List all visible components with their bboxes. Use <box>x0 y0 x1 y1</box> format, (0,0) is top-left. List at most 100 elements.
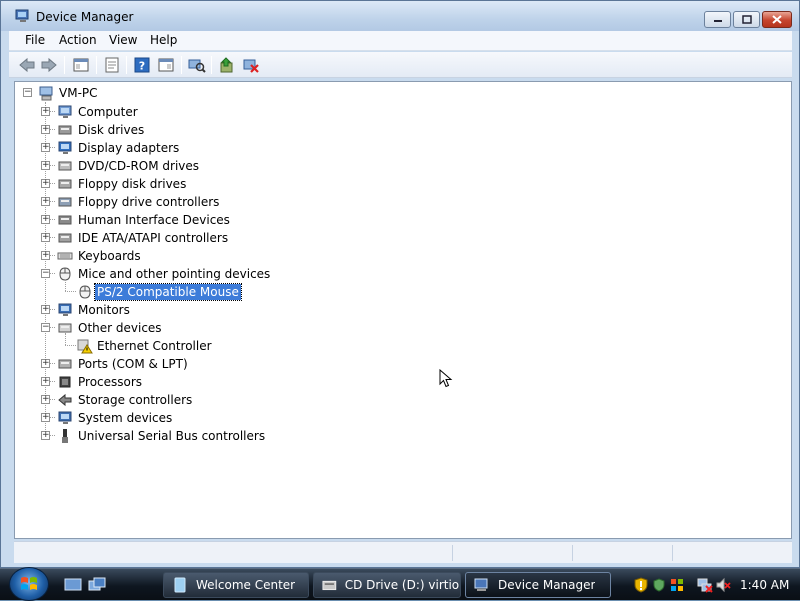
mouse-cursor-icon <box>439 369 453 388</box>
menu-file[interactable]: File <box>23 33 47 47</box>
tree-category-label[interactable]: Disk drives <box>76 122 146 138</box>
floppy-drive-icon <box>58 179 72 189</box>
task-welcome-center[interactable]: Welcome Center <box>163 572 309 598</box>
help-icon: ? <box>134 57 150 73</box>
tree-category-label[interactable]: DVD/CD-ROM drives <box>76 158 201 174</box>
expand-toggle[interactable]: + <box>41 197 50 206</box>
title-bar[interactable]: Device Manager <box>1 1 799 31</box>
floppy-controller-icon <box>58 197 72 207</box>
uninstall-device-icon <box>243 59 259 73</box>
tree-category-label[interactable]: Monitors <box>76 302 132 318</box>
close-button[interactable] <box>762 11 792 28</box>
processor-icon <box>59 376 71 388</box>
scan-hardware-button[interactable] <box>187 55 207 75</box>
show-hide-console-tree-icon <box>73 58 89 72</box>
update-driver-button[interactable] <box>217 55 237 75</box>
task-cd-drive[interactable]: CD Drive (D:) virtio... <box>313 572 461 598</box>
display-adapter-icon <box>58 141 72 154</box>
expand-toggle[interactable]: + <box>41 215 50 224</box>
tree-category-label[interactable]: Floppy disk drives <box>76 176 188 192</box>
expand-toggle[interactable]: + <box>41 179 50 188</box>
status-bar <box>14 541 792 563</box>
expand-toggle[interactable]: + <box>41 395 50 404</box>
maximize-icon <box>741 15 752 24</box>
network-disconnected-icon[interactable] <box>697 577 713 593</box>
toolbar: ? <box>9 52 792 78</box>
expand-toggle[interactable]: + <box>41 377 50 386</box>
device-manager-icon <box>474 578 488 591</box>
usb-icon <box>62 429 68 443</box>
show-hide-console-tree-button[interactable] <box>71 55 91 75</box>
expand-toggle[interactable]: + <box>41 143 50 152</box>
mouse-icon <box>79 285 91 299</box>
back-button[interactable] <box>17 55 37 75</box>
expand-toggle[interactable]: + <box>41 251 50 260</box>
volume-muted-icon[interactable] <box>715 577 731 593</box>
monitor-icon <box>58 303 72 316</box>
uninstall-device-button[interactable] <box>241 55 261 75</box>
start-button[interactable] <box>9 567 49 601</box>
tree-device-label[interactable]: Ethernet Controller <box>95 338 214 354</box>
expand-toggle[interactable]: + <box>41 233 50 242</box>
task-device-manager[interactable]: Device Manager <box>465 572 611 598</box>
expand-toggle[interactable]: + <box>41 431 50 440</box>
tree-category-label[interactable]: Universal Serial Bus controllers <box>76 428 267 444</box>
expand-toggle[interactable]: + <box>41 359 50 368</box>
tree-root-label[interactable]: VM-PC <box>57 85 100 101</box>
tree-device-label[interactable]: PS/2 Compatible Mouse <box>94 283 242 301</box>
tree-category-label[interactable]: IDE ATA/ATAPI controllers <box>76 230 230 246</box>
root-collapse-toggle[interactable]: − <box>23 88 32 97</box>
switch-windows-icon[interactable] <box>88 577 106 593</box>
menu-help[interactable]: Help <box>148 33 179 47</box>
tree-category-label[interactable]: System devices <box>76 410 174 426</box>
tree-category-label[interactable]: Other devices <box>76 320 164 336</box>
expand-toggle[interactable]: + <box>41 125 50 134</box>
scan-hardware-changes-icon <box>188 59 206 73</box>
device-tree[interactable]: − VM-PC + Computer + Disk drives + Display ad… <box>14 81 792 539</box>
windows-defender-icon[interactable] <box>651 577 667 593</box>
show-desktop-icon[interactable] <box>64 577 82 593</box>
menu-view[interactable]: View <box>107 33 139 47</box>
collapse-toggle[interactable]: − <box>41 269 50 278</box>
welcome-center-icon <box>174 577 186 593</box>
expand-toggle[interactable]: + <box>41 305 50 314</box>
hid-icon <box>58 215 72 225</box>
expand-toggle[interactable]: + <box>41 161 50 170</box>
maximize-button[interactable] <box>733 11 760 28</box>
tree-category-label[interactable]: Keyboards <box>76 248 143 264</box>
windows-logo-icon <box>21 577 37 590</box>
collapse-toggle[interactable]: − <box>41 323 50 332</box>
tree-category-label[interactable]: Computer <box>76 104 140 120</box>
device-manager-icon <box>15 9 29 22</box>
properties-icon <box>105 57 119 73</box>
tree-category-label[interactable]: Processors <box>76 374 144 390</box>
tree-category-label[interactable]: Mice and other pointing devices <box>76 266 272 282</box>
minimize-icon <box>713 19 722 22</box>
expand-toggle[interactable]: + <box>41 413 50 422</box>
tree-category-label[interactable]: Display adapters <box>76 140 181 156</box>
ide-controller-icon <box>58 233 72 243</box>
taskbar-clock[interactable]: 1:40 AM <box>740 578 789 592</box>
security-alert-icon[interactable] <box>633 577 649 593</box>
tree-category-label[interactable]: Ports (COM & LPT) <box>76 356 190 372</box>
update-driver-icon <box>220 57 233 73</box>
tree-category-label[interactable]: Storage controllers <box>76 392 194 408</box>
expand-toggle[interactable]: + <box>41 107 50 116</box>
window-title: Device Manager <box>36 10 134 24</box>
tree-category-label[interactable]: Human Interface Devices <box>76 212 232 228</box>
help-topics-button[interactable] <box>156 55 176 75</box>
minimize-button[interactable] <box>704 11 731 28</box>
back-arrow-icon <box>19 57 35 73</box>
svg-text:?: ? <box>139 60 145 73</box>
forward-arrow-icon <box>41 57 57 73</box>
task-label: Device Manager <box>498 578 596 592</box>
menu-action[interactable]: Action <box>57 33 99 47</box>
help-button[interactable]: ? <box>132 55 152 75</box>
windows-flag-icon[interactable] <box>669 577 685 593</box>
close-icon <box>772 15 782 24</box>
status-cell <box>672 545 790 561</box>
tree-category-label[interactable]: Floppy drive controllers <box>76 194 221 210</box>
disk-drive-icon <box>58 125 72 135</box>
forward-button[interactable] <box>39 55 59 75</box>
properties-button[interactable] <box>102 55 122 75</box>
